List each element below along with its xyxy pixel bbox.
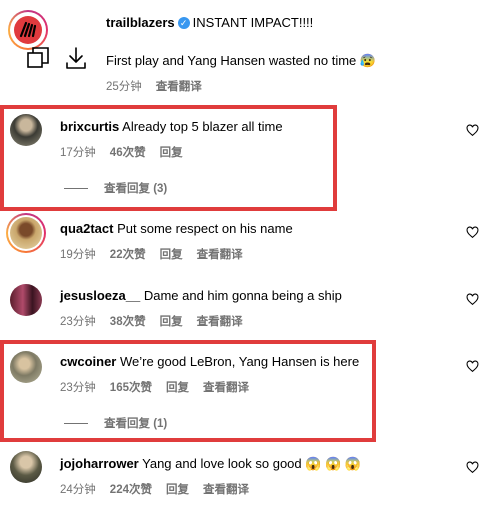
comment-likes[interactable]: 224次赞: [110, 481, 152, 497]
reply-button[interactable]: 回复: [160, 246, 183, 262]
highlight-box: [0, 105, 337, 211]
post-meta: 25分钟 查看翻译: [106, 78, 202, 94]
comment-meta: 24分钟 224次赞 回复 查看翻译: [60, 481, 249, 497]
post-subcaption: First play and Yang Hansen wasted no tim…: [106, 53, 377, 68]
post-caption-line: trailblazers ✓ INSTANT IMPACT!!!!: [106, 15, 313, 31]
heart-icon[interactable]: [466, 360, 479, 373]
trailblazers-logo-icon: [14, 16, 42, 44]
heart-icon[interactable]: [466, 293, 479, 306]
download-icon[interactable]: [64, 46, 88, 70]
comment-time: 23分钟: [60, 316, 96, 328]
comment-line: jojoharrower Yang and love look so good …: [60, 456, 361, 472]
reply-button[interactable]: 回复: [166, 481, 189, 497]
comment-text: Yang and love look so good 😱 😱 😱: [142, 456, 362, 471]
avatar[interactable]: [10, 284, 42, 316]
post-translate-button[interactable]: 查看翻译: [156, 78, 202, 94]
heart-icon[interactable]: [466, 461, 479, 474]
post-username[interactable]: trailblazers: [106, 15, 175, 30]
comment-text: Dame and him gonna being a ship: [143, 288, 342, 303]
comment-meta: 19分钟 22次赞 回复 查看翻译: [60, 246, 243, 262]
translate-button[interactable]: 查看翻译: [197, 313, 243, 329]
post-caption: INSTANT IMPACT!!!!: [192, 15, 314, 30]
highlight-box: [0, 340, 376, 442]
verified-icon: ✓: [177, 16, 190, 29]
reply-button[interactable]: 回复: [160, 313, 183, 329]
comment-time: 24分钟: [60, 484, 96, 496]
comment-username[interactable]: jojoharrower: [60, 456, 139, 471]
comment-likes[interactable]: 38次赞: [110, 313, 146, 329]
translate-button[interactable]: 查看翻译: [197, 246, 243, 262]
comment-line: qua2tact Put some respect on his name: [60, 221, 293, 236]
post-time: 25分钟: [106, 81, 142, 93]
comment-likes[interactable]: 22次赞: [110, 246, 146, 262]
avatar[interactable]: [6, 213, 46, 253]
comment-meta: 23分钟 38次赞 回复 查看翻译: [60, 313, 243, 329]
comment-username[interactable]: qua2tact: [60, 221, 113, 236]
translate-button[interactable]: 查看翻译: [203, 481, 249, 497]
heart-icon[interactable]: [466, 124, 479, 137]
comment-time: 19分钟: [60, 249, 96, 261]
copy-icon[interactable]: [26, 46, 50, 70]
trailblazers-avatar[interactable]: [8, 10, 48, 50]
comment-line: jesusloeza__ Dame and him gonna being a …: [60, 288, 342, 303]
comment-text: Put some respect on his name: [117, 221, 293, 236]
avatar[interactable]: [10, 451, 42, 483]
heart-icon[interactable]: [466, 226, 479, 239]
comment-username[interactable]: jesusloeza__: [60, 288, 140, 303]
